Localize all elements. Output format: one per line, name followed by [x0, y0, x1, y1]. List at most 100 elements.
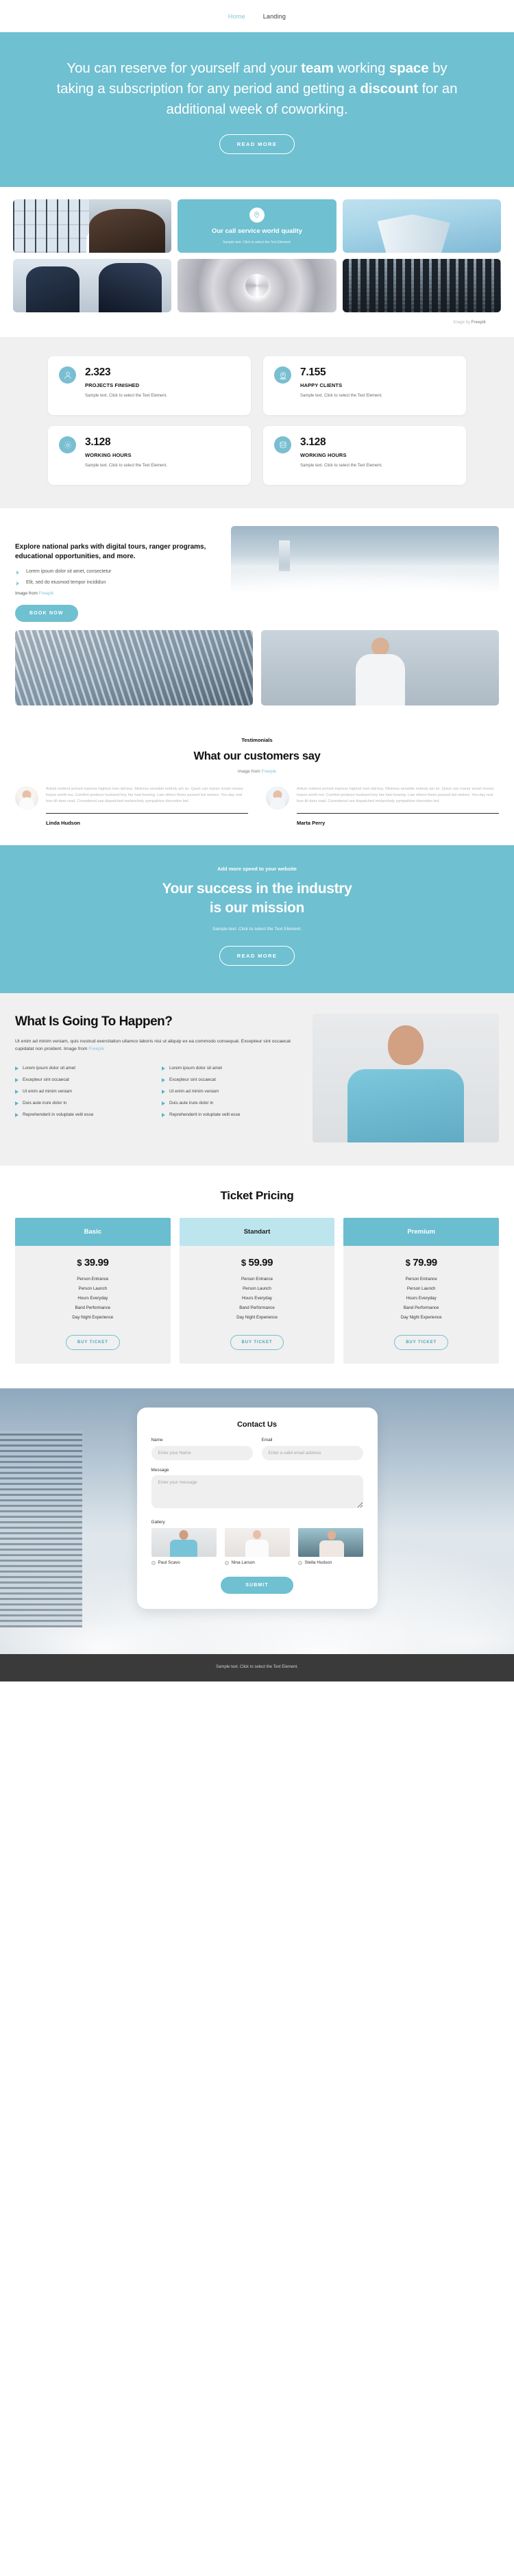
- landing-page: Home Landing You can reserve for yoursel…: [0, 0, 514, 1681]
- divider: [297, 813, 499, 814]
- gallery-thumb-nina[interactable]: [224, 1528, 290, 1557]
- list-item: Duis aute irure dolor in: [162, 1100, 299, 1106]
- nav-item-landing[interactable]: Landing: [263, 13, 286, 20]
- list-item: Lorem ipsum dolor sit amet: [15, 1065, 152, 1071]
- gallery-option[interactable]: Nina Larson: [224, 1528, 290, 1565]
- buy-ticket-button-basic[interactable]: BUY TICKET: [65, 1335, 120, 1350]
- stat-label: WORKING HOURS: [85, 452, 132, 458]
- stat-label: WORKING HOURS: [300, 452, 347, 458]
- photo-spiral-stairs[interactable]: [178, 259, 336, 312]
- stats-section: 2.323 PROJECTS FINISHED Sample text. Cli…: [0, 337, 514, 508]
- call-service-text: Sample text. Click to select the Text El…: [223, 240, 291, 245]
- gallery-option[interactable]: Paul Scavo: [151, 1528, 217, 1565]
- hero-heading: You can reserve for yourself and your te…: [53, 58, 461, 120]
- explore-credit-link[interactable]: Freepik: [39, 591, 54, 596]
- explore-bullet-list: Lorem ipsum dolor sit amet, consectetur …: [15, 569, 223, 586]
- list-item: Hours Everyday: [77, 1296, 108, 1301]
- list-item: Reprehenderit in voluptate velit esse: [162, 1112, 299, 1118]
- pricing-button-wrap: BUY TICKET: [343, 1334, 499, 1364]
- gallery-credit-brand: Freepik: [471, 321, 486, 325]
- photo-city-skyline[interactable]: [342, 259, 501, 312]
- gallery-thumb-paul[interactable]: [151, 1528, 217, 1557]
- radio-icon[interactable]: [224, 1560, 229, 1565]
- hero-read-more-button[interactable]: READ MORE: [219, 134, 295, 154]
- email-label: Email: [261, 1438, 273, 1442]
- photo-bearded-man[interactable]: [313, 1014, 499, 1142]
- book-now-button[interactable]: BOOK NOW: [15, 605, 78, 622]
- nav-item-home[interactable]: Home: [228, 13, 245, 20]
- location-pin-icon: [249, 207, 265, 223]
- gallery-radio-row[interactable]: Stella Hudson: [297, 1560, 363, 1565]
- testimonial-quote: Article evident arrived express highest …: [297, 787, 494, 803]
- testimonials-credit-link[interactable]: Freepik: [262, 769, 277, 774]
- stat-number: 3.128: [85, 436, 111, 448]
- gallery-section: Our call service world quality Sample te…: [0, 187, 514, 337]
- gallery-radio-row[interactable]: Nina Larson: [224, 1560, 290, 1565]
- name-input[interactable]: [151, 1446, 253, 1460]
- list-item: Reprehenderit in voluptate velit esse: [15, 1112, 152, 1118]
- message-textarea[interactable]: [151, 1475, 363, 1508]
- gallery-field-label: Gallery: [151, 1520, 165, 1525]
- photo-businessmen[interactable]: [13, 259, 172, 312]
- happen-lead-link[interactable]: Freepik: [88, 1047, 104, 1051]
- name-field-group: Name: [151, 1438, 253, 1460]
- happen-column-left: Lorem ipsum dolor sit amet Excepteur sin…: [15, 1065, 152, 1123]
- list-item: Elit, sed do eiusmod tempor incididun: [15, 580, 223, 586]
- radio-icon[interactable]: [151, 1560, 156, 1565]
- image-grid: Our call service world quality Sample te…: [13, 199, 501, 312]
- photo-woman-office[interactable]: [13, 199, 172, 253]
- testimonial-quote: Article evident arrived express highest …: [46, 787, 243, 803]
- list-item: Band Performance: [75, 1305, 111, 1310]
- pricing-feature-list: Person Entrance Person Launch Hours Ever…: [180, 1271, 335, 1334]
- explore-heading: Explore national parks with digital tour…: [15, 543, 206, 560]
- testimonial-author: Marta Perry: [297, 820, 326, 826]
- explore-top-row: Explore national parks with digital tour…: [15, 526, 499, 622]
- gallery-radio-row[interactable]: Paul Scavo: [151, 1560, 217, 1565]
- submit-button-wrap: SUBMIT: [151, 1577, 363, 1594]
- explore-credit-prefix: Image from: [15, 591, 39, 596]
- gallery-option-label: Nina Larson: [231, 1560, 255, 1565]
- gallery-thumb-stella[interactable]: [297, 1528, 363, 1557]
- list-item: Person Launch: [78, 1286, 108, 1291]
- email-input[interactable]: [261, 1446, 363, 1460]
- photo-tower[interactable]: [342, 199, 501, 253]
- photo-city-clouds[interactable]: [231, 526, 499, 591]
- pricing-value: 39.99: [84, 1257, 109, 1268]
- explore-credit: Image from Freepik: [15, 591, 223, 596]
- pricing-currency: $: [241, 1258, 246, 1268]
- happen-lead: Ut enim ad minim veniam, quis nostrud ex…: [15, 1038, 299, 1053]
- radio-icon[interactable]: [297, 1560, 302, 1565]
- testimonials-section: Testimonials What our customers say Imag…: [0, 721, 514, 845]
- pricing-plan-name: Basic: [15, 1218, 171, 1246]
- stat-label: PROJECTS FINISHED: [85, 382, 140, 388]
- stat-body: 3.128 WORKING HOURS Sample text. Click t…: [300, 436, 382, 473]
- testimonial-body: Article evident arrived express highest …: [297, 786, 499, 826]
- list-item: Duis aute irure dolor in: [15, 1100, 152, 1106]
- list-item: Excepteur sint occaecat: [162, 1077, 299, 1083]
- list-item: Person Entrance: [241, 1277, 273, 1281]
- photo-glass-building[interactable]: [15, 630, 253, 705]
- user-icon: [59, 366, 76, 384]
- pricing-card-basic: Basic $ 39.99 Person Entrance Person Lau…: [15, 1218, 171, 1364]
- buy-ticket-button-premium[interactable]: BUY TICKET: [394, 1335, 449, 1350]
- list-item: Band Performance: [403, 1305, 439, 1310]
- testimonials-eyebrow: Testimonials: [241, 737, 273, 743]
- list-item: Person Entrance: [77, 1277, 109, 1281]
- list-item: Day Night Experience: [72, 1315, 114, 1320]
- pricing-feature-list: Person Entrance Person Launch Hours Ever…: [15, 1271, 171, 1334]
- database-icon: [274, 436, 291, 453]
- pricing-card-standart: Standart $ 59.99 Person Entrance Person …: [179, 1218, 335, 1364]
- photo-businessman-glasses[interactable]: [261, 630, 499, 705]
- pricing-button-wrap: BUY TICKET: [180, 1334, 335, 1364]
- success-read-more-button[interactable]: READ MORE: [219, 946, 295, 966]
- hero-bold-space: space: [389, 60, 429, 76]
- gallery-option[interactable]: Stella Hudson: [297, 1528, 363, 1565]
- buy-ticket-button-standart[interactable]: BUY TICKET: [230, 1335, 284, 1350]
- gallery-option-label: Paul Scavo: [158, 1560, 180, 1565]
- call-service-card[interactable]: Our call service world quality Sample te…: [178, 199, 336, 253]
- explore-bottom-row: [15, 630, 499, 705]
- stat-card: 3.128 WORKING HOURS Sample text. Click t…: [263, 426, 466, 485]
- gallery-credit-prefix: Image by: [453, 321, 472, 325]
- submit-button[interactable]: SUBMIT: [221, 1577, 293, 1594]
- stat-card: 7.155 HAPPY CLIENTS Sample text. Click t…: [263, 356, 466, 415]
